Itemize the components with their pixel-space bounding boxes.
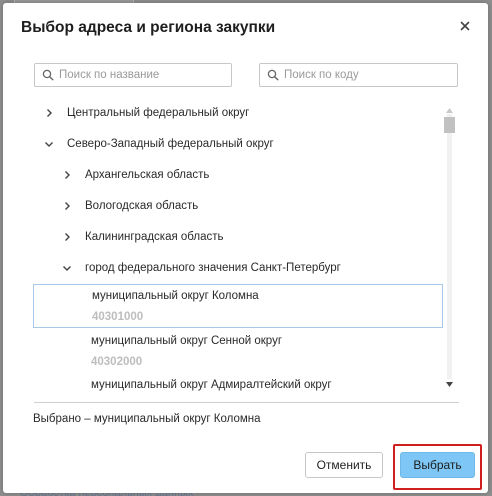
tree-node-label: город федерального значения Санкт-Петерб… (85, 262, 341, 274)
tree-leaf-kolomna[interactable]: муниципальный округ Коломна 40301000 (33, 284, 443, 328)
chevron-down-icon[interactable] (44, 139, 54, 149)
search-icon (42, 69, 54, 81)
dialog-title: Выбор адреса и региона закупки (21, 19, 276, 36)
leaf-code: 40301000 (92, 311, 144, 323)
close-icon[interactable] (458, 19, 472, 33)
tree-node-label: Калининградская область (85, 231, 224, 243)
tree-node-label: Северо-Западный федеральный округ (67, 138, 274, 150)
chevron-right-icon[interactable] (62, 170, 72, 180)
chevron-right-icon[interactable] (62, 201, 72, 211)
tree-scrollbar[interactable] (443, 104, 456, 391)
tree-node-saint-petersburg[interactable]: город федерального значения Санкт-Петерб… (62, 257, 341, 279)
region-tree: Центральный федеральный округ Северо-Зап… (33, 102, 460, 392)
chevron-right-icon[interactable] (62, 232, 72, 242)
chevron-right-icon[interactable] (44, 108, 54, 118)
scroll-thumb[interactable] (444, 117, 455, 133)
tree-leaf-admiralteisky[interactable]: муниципальный округ Адмиралтейский округ (33, 374, 443, 392)
tree-node-label: Архангельская область (85, 169, 210, 181)
tree-node-label: Центральный федеральный округ (67, 107, 250, 119)
tree-node-northwest[interactable]: Северо-Западный федеральный округ (44, 133, 274, 155)
selected-summary: Выбрано – муниципальный округ Коломна (33, 413, 261, 425)
scroll-up-arrow-icon[interactable] (445, 107, 454, 114)
leaf-name: муниципальный округ Сенной округ (91, 335, 283, 347)
search-by-name-field (34, 63, 232, 87)
leaf-name: муниципальный округ Адмиралтейский округ (91, 379, 332, 391)
scroll-down-arrow-icon[interactable] (445, 381, 454, 388)
search-by-code-input[interactable] (284, 66, 453, 84)
leaf-code: 40302000 (91, 356, 143, 368)
tree-node-central[interactable]: Центральный федеральный округ (44, 102, 249, 124)
region-dialog: Выбор адреса и региона закупки Центральн… (3, 3, 488, 493)
scroll-track[interactable] (447, 114, 452, 379)
tree-node-label: Вологодская область (85, 200, 199, 212)
chevron-down-icon[interactable] (62, 263, 72, 273)
tree-node-arkhangelsk[interactable]: Архангельская область (62, 164, 209, 186)
divider (34, 402, 459, 403)
tree-leaf-sennoy[interactable]: муниципальный округ Сенной округ 4030200… (33, 330, 443, 374)
select-button[interactable]: Выбрать (400, 452, 475, 478)
search-by-code-field (259, 63, 458, 87)
search-icon (267, 69, 279, 81)
search-by-name-input[interactable] (59, 66, 227, 84)
tree-node-vologda[interactable]: Вологодская область (62, 195, 198, 217)
tree-node-kaliningrad[interactable]: Калининградская область (62, 226, 223, 248)
cancel-button[interactable]: Отменить (305, 452, 383, 478)
leaf-name: муниципальный округ Коломна (92, 290, 259, 302)
